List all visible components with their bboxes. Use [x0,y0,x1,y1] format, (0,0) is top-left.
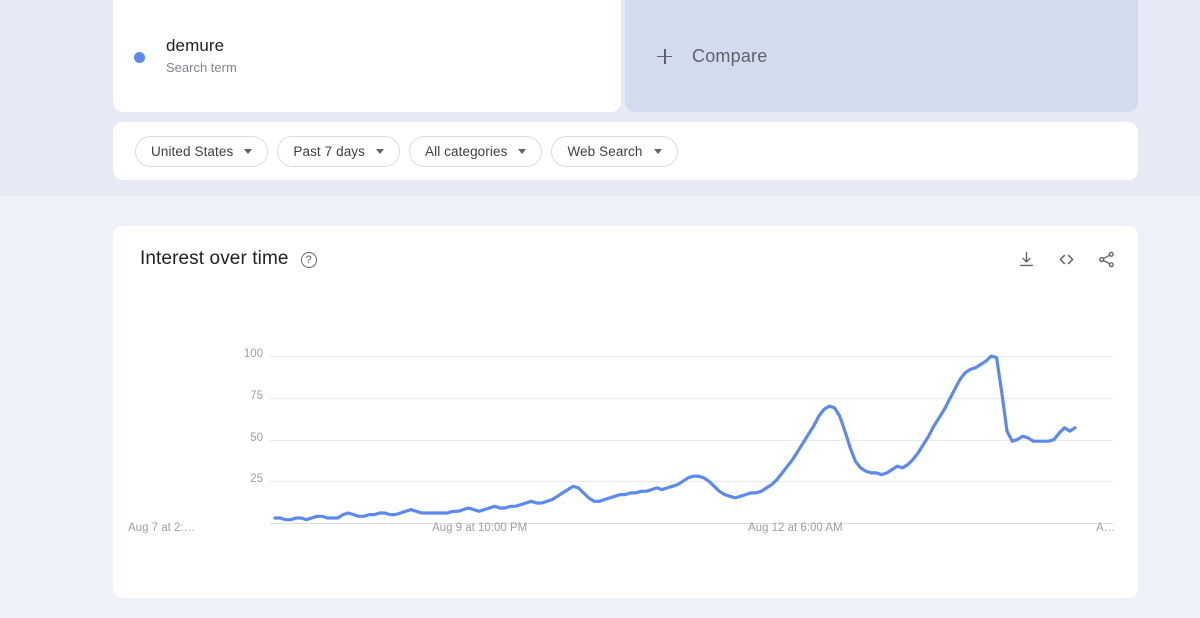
chevron-down-icon [518,148,527,154]
chevron-down-icon [376,148,384,154]
chevron-down-icon [244,148,253,154]
compare-label: Compare [692,45,768,66]
trend-line-chart[interactable] [113,226,1138,598]
category-filter[interactable]: All categories [409,135,543,167]
chevron-down-icon [653,148,662,154]
search-type-filter-label: Web Search [567,143,643,159]
search-type-filter[interactable]: Web Search [551,135,678,167]
location-filter-label: United States [151,143,234,159]
time-range-filter-label: Past 7 days [293,143,365,159]
google-trends-page: demure Search term Compare United States… [0,0,1200,618]
terms-row: demure Search term Compare [113,0,1138,112]
trend-line [273,354,1077,522]
series-color-dot [134,51,145,63]
search-term-text: demure Search term [166,35,237,78]
time-range-filter[interactable]: Past 7 days [277,135,400,167]
location-filter[interactable]: United States [135,135,269,167]
plus-icon [657,48,672,64]
interest-over-time-plot[interactable]: 25 50 75 100 Aug 7 at 2:… Aug 9 at 10:00 PM Au… [113,226,1138,598]
compare-button[interactable]: Compare [625,0,1138,112]
search-term-card[interactable]: demure Search term [113,0,621,112]
interest-over-time-card: Interest over time ? 25 50 75 100 Aug 7 … [113,226,1138,598]
search-term-type: Search term [166,59,237,75]
category-filter-label: All categories [425,143,508,159]
filter-bar: United States Past 7 days All categories We… [113,122,1138,180]
search-term-label: demure [166,35,225,55]
